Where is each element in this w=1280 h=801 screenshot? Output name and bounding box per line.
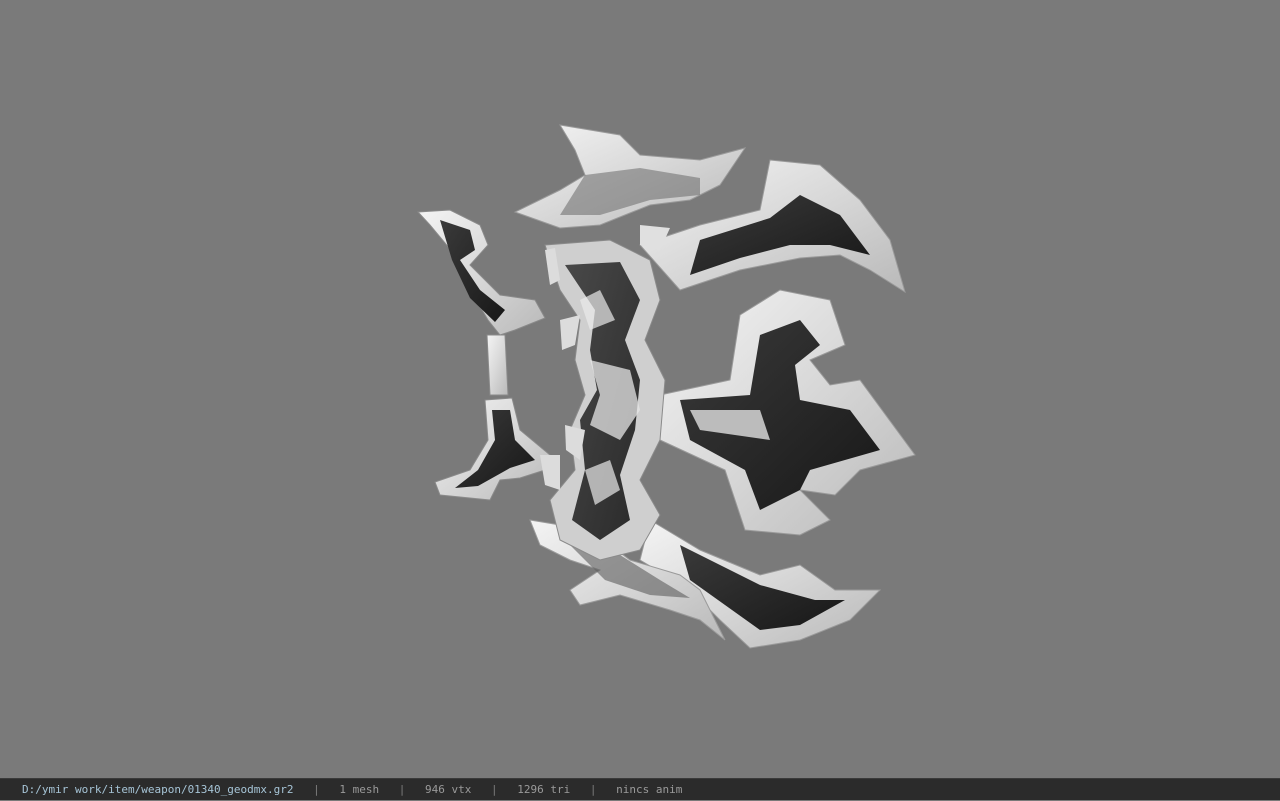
central-body bbox=[544, 239, 666, 561]
file-path: D:/ymir work/item/weapon/01340_geodmx.gr… bbox=[22, 783, 294, 796]
mesh-count: 1 mesh bbox=[339, 783, 380, 796]
vertex-count: 946 vtx bbox=[425, 783, 472, 796]
right-cross-blade bbox=[659, 289, 916, 536]
separator: | bbox=[398, 783, 406, 796]
triangle-count: 1296 tri bbox=[517, 783, 571, 796]
weapon-model[interactable] bbox=[0, 0, 1280, 778]
separator: | bbox=[589, 783, 597, 796]
separator: | bbox=[491, 783, 498, 796]
weapon-handle bbox=[416, 209, 551, 501]
upper-blade bbox=[513, 124, 747, 229]
3d-viewport[interactable] bbox=[0, 0, 1280, 778]
status-bar: D:/ymir work/item/weapon/01340_geodmx.gr… bbox=[0, 778, 1280, 800]
separator: | bbox=[313, 783, 320, 796]
animation-status: nincs anim bbox=[616, 783, 683, 796]
